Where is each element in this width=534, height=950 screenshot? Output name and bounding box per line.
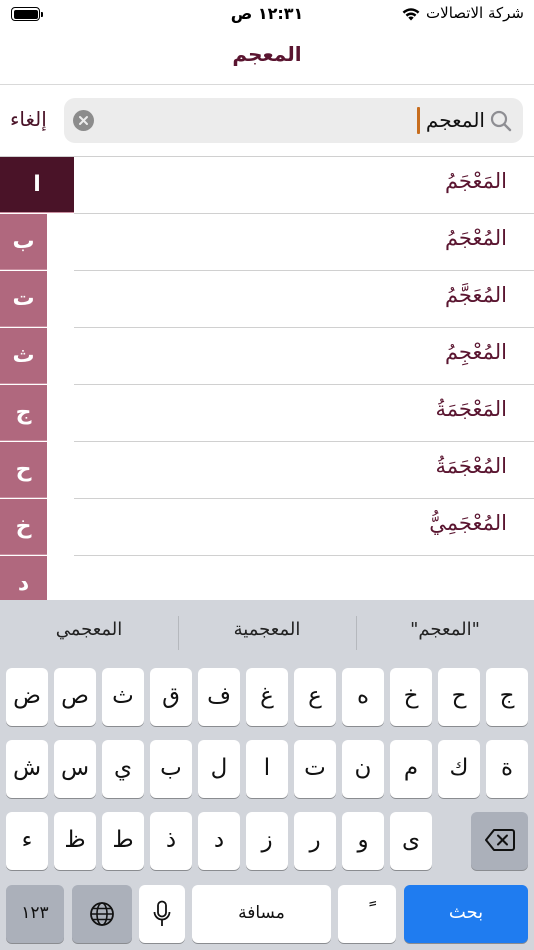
key[interactable]: ث bbox=[102, 668, 144, 726]
space-key[interactable]: مسافة bbox=[192, 885, 331, 943]
key[interactable]: ش bbox=[6, 740, 48, 798]
microphone-key[interactable] bbox=[139, 885, 185, 943]
keyboard: "المعجم" المعجمية المعجمي ج ح خ ه ع غ ف … bbox=[0, 600, 534, 950]
list-item[interactable]: المَعْجَمَةُ bbox=[74, 385, 534, 442]
key[interactable]: ح bbox=[438, 668, 480, 726]
search-input[interactable]: المعجم bbox=[64, 98, 523, 143]
key[interactable]: ط bbox=[102, 812, 144, 870]
list-item[interactable]: المُعْجِمُ bbox=[74, 328, 534, 385]
carrier: شركة الاتصالات bbox=[401, 4, 524, 22]
key[interactable]: ب bbox=[150, 740, 192, 798]
list-item[interactable]: المُعْجَمُ bbox=[74, 214, 534, 271]
battery-icon bbox=[11, 7, 43, 21]
wifi-icon bbox=[402, 7, 420, 20]
text-caret bbox=[417, 107, 420, 134]
globe-icon bbox=[90, 902, 114, 926]
letter-tab-tha[interactable]: ث bbox=[0, 328, 47, 384]
microphone-icon bbox=[153, 900, 171, 926]
divider bbox=[178, 616, 179, 650]
search-row: إلغاء المعجم bbox=[0, 85, 534, 157]
clear-icon[interactable] bbox=[73, 110, 94, 131]
key[interactable]: ج bbox=[486, 668, 528, 726]
key[interactable]: ظ bbox=[54, 812, 96, 870]
key[interactable]: ز bbox=[246, 812, 288, 870]
list-item-label: المُعَجَّمُ bbox=[444, 283, 507, 307]
suggestion-item[interactable]: المعجمي bbox=[0, 619, 178, 640]
delete-key-icon bbox=[484, 829, 515, 851]
list-item-label: المُعْجِمُ bbox=[444, 340, 507, 364]
letter-tab-kha[interactable]: خ bbox=[0, 499, 47, 555]
page-title: المعجم bbox=[232, 42, 302, 66]
letter-index: ا ب ت ث ج ح خ د bbox=[0, 157, 74, 600]
key[interactable]: و bbox=[342, 812, 384, 870]
letter-tab-ta[interactable]: ت bbox=[0, 271, 47, 327]
key[interactable]: س bbox=[54, 740, 96, 798]
key[interactable]: ن bbox=[342, 740, 384, 798]
letter-tab-ba[interactable]: ب bbox=[0, 214, 47, 270]
key[interactable]: ل bbox=[198, 740, 240, 798]
cancel-button[interactable]: إلغاء bbox=[10, 107, 47, 131]
divider bbox=[356, 616, 357, 650]
results-list: المَعْجَمُ المُعْجَمُ المُعَجَّمُ المُعْ… bbox=[0, 157, 534, 600]
letter-tab-dal[interactable]: د bbox=[0, 556, 47, 600]
key[interactable]: ض bbox=[6, 668, 48, 726]
globe-key[interactable] bbox=[72, 885, 132, 943]
key[interactable]: ر bbox=[294, 812, 336, 870]
key[interactable]: م bbox=[390, 740, 432, 798]
list-item-label: المُعْجَمِيُّ bbox=[429, 511, 507, 535]
list-item[interactable]: المُعَجَّمُ bbox=[74, 271, 534, 328]
search-value: المعجم bbox=[425, 108, 485, 132]
tanween-key[interactable]: ً bbox=[338, 885, 396, 943]
key[interactable]: ق bbox=[150, 668, 192, 726]
key[interactable]: ة bbox=[486, 740, 528, 798]
suggestion-bar: "المعجم" المعجمية المعجمي bbox=[0, 600, 534, 666]
search-icon bbox=[490, 110, 512, 132]
list-item-label: المَعْجَمُ bbox=[444, 169, 507, 193]
key[interactable]: ذ bbox=[150, 812, 192, 870]
search-key[interactable]: بحث bbox=[404, 885, 528, 943]
key[interactable]: ء bbox=[6, 812, 48, 870]
list-item-label: المَعْجَمَةُ bbox=[435, 397, 507, 421]
letter-tab-ha[interactable]: ح bbox=[0, 442, 47, 498]
key[interactable]: ت bbox=[294, 740, 336, 798]
letter-tab-alef[interactable]: ا bbox=[0, 157, 74, 213]
navigation-bar: المعجم bbox=[0, 30, 534, 85]
numbers-key[interactable]: ١٢٣ bbox=[6, 885, 64, 943]
key[interactable]: د bbox=[198, 812, 240, 870]
status-time: ١٢:٣١ ص bbox=[230, 4, 304, 23]
list-item-label: المُعْجَمَةُ bbox=[435, 454, 507, 478]
list-item[interactable]: المَعْجَمُ bbox=[74, 157, 534, 214]
key[interactable]: ع bbox=[294, 668, 336, 726]
key[interactable]: ك bbox=[438, 740, 480, 798]
suggestion-item[interactable]: المعجمية bbox=[178, 619, 356, 640]
suggestion-item[interactable]: "المعجم" bbox=[356, 619, 534, 640]
list-item[interactable]: المُعْجَمِيُّ bbox=[74, 499, 534, 556]
key[interactable]: خ bbox=[390, 668, 432, 726]
list-item[interactable]: المُعْجَمَةُ bbox=[74, 442, 534, 499]
letter-tab-jim[interactable]: ج bbox=[0, 385, 47, 441]
key[interactable]: ي bbox=[102, 740, 144, 798]
key[interactable]: ا bbox=[246, 740, 288, 798]
key[interactable]: غ bbox=[246, 668, 288, 726]
key[interactable]: ه bbox=[342, 668, 384, 726]
delete-key[interactable] bbox=[471, 812, 528, 870]
list-item-label: المُعْجَمُ bbox=[444, 226, 507, 250]
key[interactable]: ف bbox=[198, 668, 240, 726]
carrier-label: شركة الاتصالات bbox=[426, 4, 524, 22]
status-bar: ١٢:٣١ ص شركة الاتصالات bbox=[0, 0, 534, 30]
key[interactable]: ص bbox=[54, 668, 96, 726]
key[interactable]: ى bbox=[390, 812, 432, 870]
